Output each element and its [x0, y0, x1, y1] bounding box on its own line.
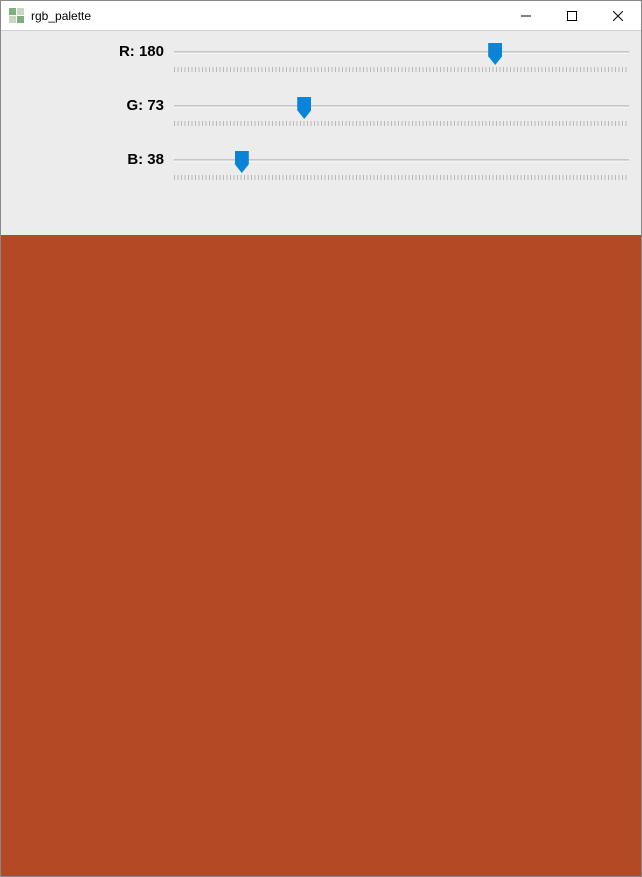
close-button[interactable] — [595, 1, 641, 31]
slider-ticks — [174, 175, 629, 180]
slider-b[interactable] — [174, 149, 629, 183]
slider-ticks — [174, 67, 629, 72]
label-g: G: 73 — [9, 95, 174, 114]
maximize-icon — [567, 11, 577, 21]
slider-track — [174, 51, 629, 54]
slider-r[interactable] — [174, 41, 629, 75]
slider-g[interactable] — [174, 95, 629, 129]
maximize-button[interactable] — [549, 1, 595, 31]
client-area: R: 180 G: 73 B: 38 — [1, 31, 641, 876]
slider-thumb[interactable] — [235, 151, 249, 173]
window-title: rgb_palette — [31, 9, 91, 23]
minimize-icon — [521, 11, 531, 21]
app-icon — [9, 8, 25, 24]
color-preview — [1, 235, 641, 876]
slider-panel: R: 180 G: 73 B: 38 — [1, 31, 641, 211]
slider-thumb[interactable] — [297, 97, 311, 119]
label-b: B: 38 — [9, 149, 174, 168]
slider-row-g: G: 73 — [9, 95, 633, 129]
slider-row-b: B: 38 — [9, 149, 633, 183]
label-r: R: 180 — [9, 41, 174, 60]
slider-thumb[interactable] — [488, 43, 502, 65]
window-titlebar: rgb_palette — [1, 1, 641, 31]
slider-track — [174, 105, 629, 108]
close-icon — [613, 11, 623, 21]
slider-row-r: R: 180 — [9, 41, 633, 75]
minimize-button[interactable] — [503, 1, 549, 31]
slider-ticks — [174, 121, 629, 126]
